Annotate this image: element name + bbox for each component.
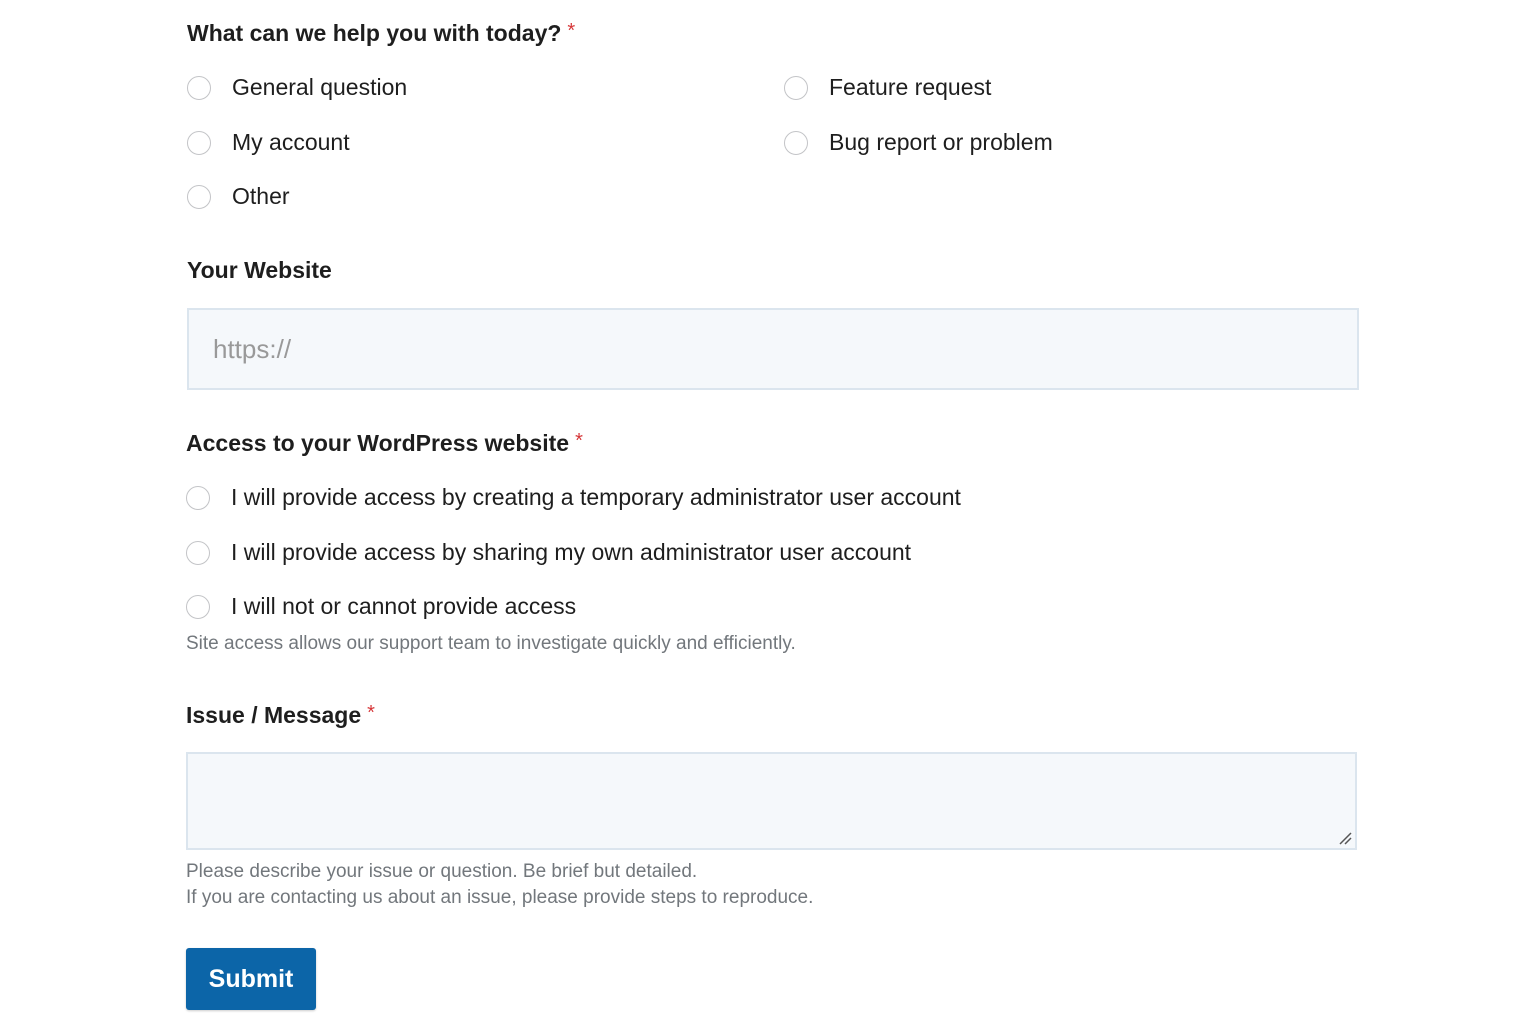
website-input[interactable]: https:// [187,308,1359,390]
radio-label: Feature request [829,74,992,100]
radio-button[interactable] [187,130,211,155]
radio-general-question[interactable]: General question [187,74,407,101]
message-help-line-2: If you are contacting us about an issue,… [186,887,814,908]
radio-label: My account [232,129,350,155]
access-help-text: Site access allows our support team to i… [186,633,796,654]
radio-button[interactable] [784,130,808,155]
message-textarea[interactable] [186,752,1357,850]
help-topic-label-text: What can we help you with today? [187,20,562,46]
help-topic-label: What can we help you with today? * [187,20,575,47]
radio-label: I will provide access by creating a temp… [231,484,961,510]
radio-label: I will provide access by sharing my own … [231,539,912,565]
website-placeholder: https:// [213,333,292,364]
radio-label: General question [232,74,408,100]
radio-button[interactable] [784,75,808,100]
radio-label: Bug report or problem [829,129,1053,155]
radio-no-access[interactable]: I will not or cannot provide access [186,593,576,620]
message-label-text: Issue / Message [186,702,362,728]
message-label: Issue / Message * [186,702,375,729]
radio-bug-report[interactable]: Bug report or problem [784,129,1053,156]
radio-button[interactable] [186,594,210,619]
radio-label: Other [232,183,290,209]
website-label: Your Website [187,257,332,283]
required-asterisk: * [575,430,583,452]
radio-other[interactable]: Other [187,183,290,210]
radio-button[interactable] [186,485,210,510]
radio-button[interactable] [186,540,210,565]
radio-temporary-admin[interactable]: I will provide access by creating a temp… [186,484,961,511]
required-asterisk: * [567,20,576,42]
submit-button[interactable]: Submit [186,948,316,1010]
message-help-line-1: Please describe your issue or question. … [186,861,698,882]
required-asterisk: * [367,702,375,724]
access-label-text: Access to your WordPress website [186,430,570,456]
radio-share-own-admin[interactable]: I will provide access by sharing my own … [186,539,911,566]
radio-my-account[interactable]: My account [187,129,350,156]
resize-handle-icon[interactable] [1338,831,1352,845]
radio-button[interactable] [187,184,211,209]
radio-label: I will not or cannot provide access [231,593,577,619]
access-label: Access to your WordPress website * [186,430,583,457]
radio-feature-request[interactable]: Feature request [784,74,991,101]
radio-button[interactable] [187,75,211,100]
